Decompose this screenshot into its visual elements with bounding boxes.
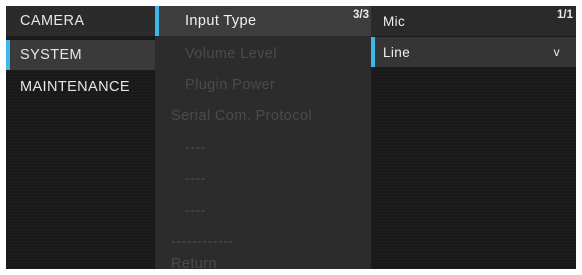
submenu: Input Type 3/3 Volume Level Plugin Power… [155, 6, 371, 269]
main-menu: CAMERA SYSTEM MAINTENANCE [6, 6, 155, 269]
submenu-item-label: Serial Com. Protocol [171, 108, 312, 124]
menu-item-camera[interactable]: CAMERA [6, 6, 155, 36]
submenu-item-label: ---- [185, 203, 206, 219]
option-mic[interactable]: Mic [371, 6, 576, 36]
submenu-item-volume-level: Volume Level [155, 39, 371, 69]
option-label: Mic [383, 13, 406, 29]
menu-item-system[interactable]: SYSTEM [6, 40, 155, 70]
submenu-item-label: Plugin Power [185, 77, 276, 93]
submenu-item-plugin-power: Plugin Power [155, 70, 371, 100]
submenu-item-label: Input Type [185, 13, 257, 29]
submenu-item-placeholder: ---- [155, 196, 371, 226]
menu-item-label: SYSTEM [20, 47, 83, 63]
selected-check-icon: v [553, 45, 560, 59]
submenu-item-serial-com-protocol: Serial Com. Protocol [155, 101, 371, 131]
menu-item-maintenance[interactable]: MAINTENANCE [6, 72, 155, 102]
submenu-item-return: Return [155, 249, 371, 269]
submenu-item-placeholder: ---- [155, 164, 371, 194]
submenu-item-placeholder: ---- [155, 133, 371, 163]
menu-item-label: MAINTENANCE [20, 79, 130, 95]
submenu-item-label: ---- [185, 171, 206, 187]
option-list: Mic 1/1 Line v [371, 6, 576, 269]
submenu-item-label: ------------ [171, 234, 234, 250]
page-indicator: 3/3 [353, 9, 369, 21]
submenu-item-label: ---- [185, 140, 206, 156]
option-label: Line [383, 44, 411, 60]
submenu-item-label: Return [171, 256, 217, 269]
menu-item-label: CAMERA [20, 13, 85, 29]
page-indicator: 1/1 [557, 9, 573, 21]
submenu-item-input-type[interactable]: Input Type [155, 6, 371, 36]
option-line[interactable]: Line v [371, 37, 576, 67]
submenu-item-label: Volume Level [185, 46, 277, 62]
menu-screen: CAMERA SYSTEM MAINTENANCE Input Type 3/3… [6, 6, 576, 269]
